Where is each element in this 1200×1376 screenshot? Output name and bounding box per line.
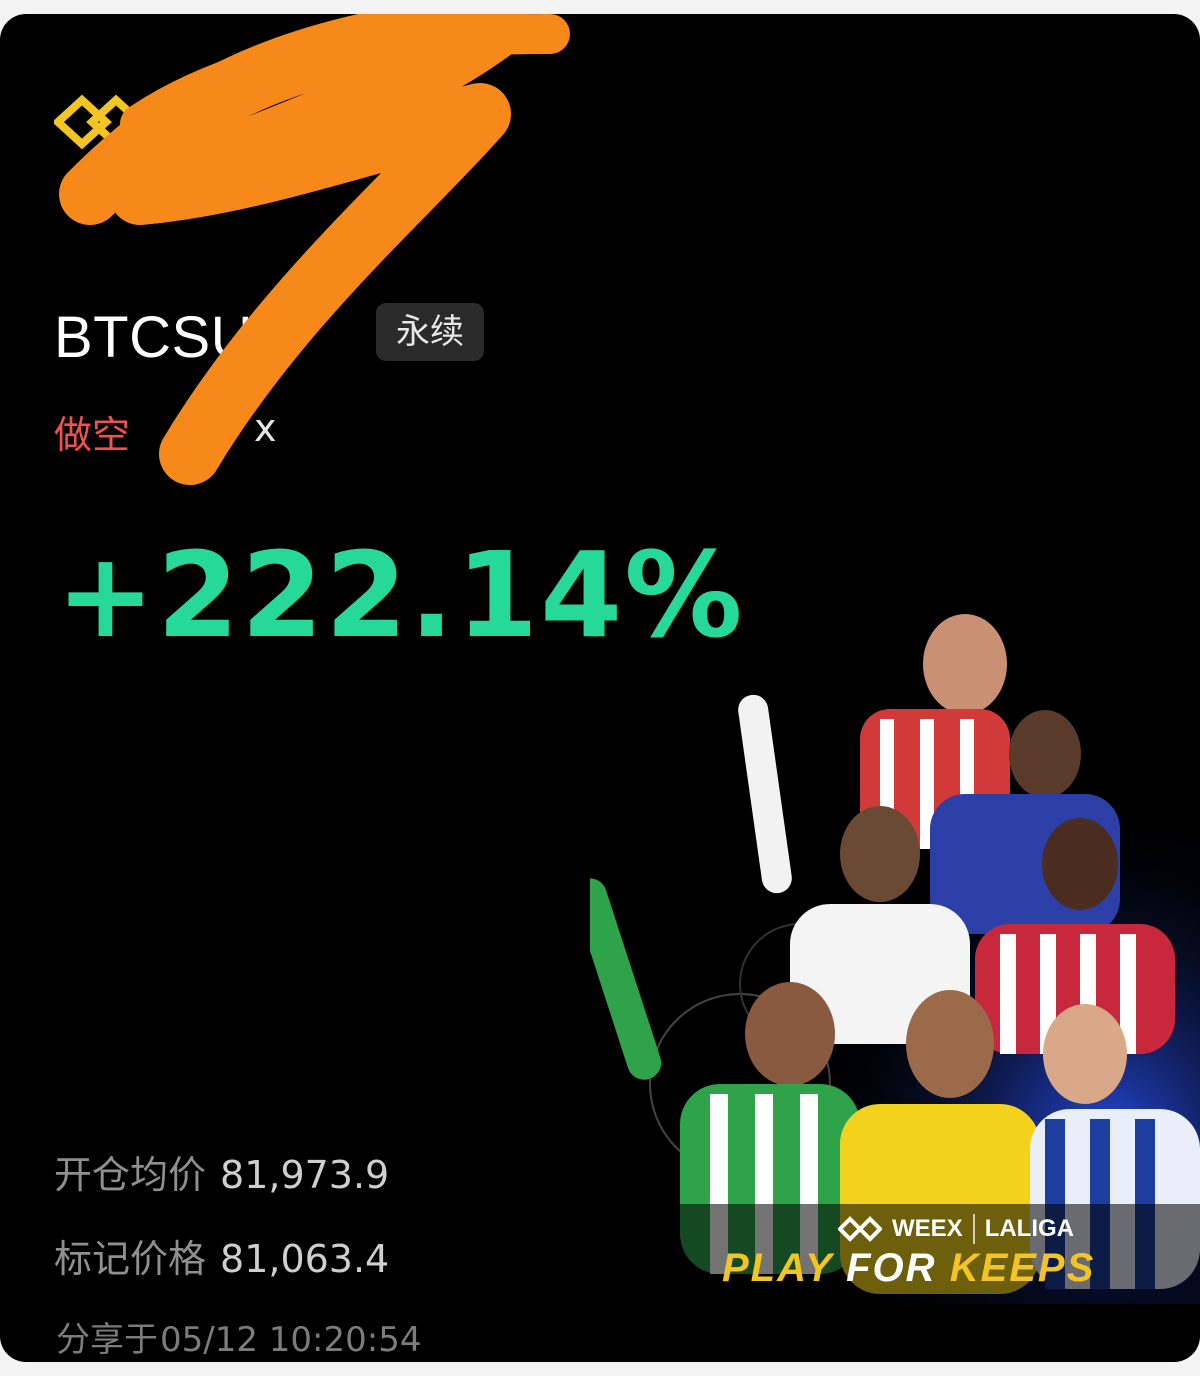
tagline-word-1: PLAY: [722, 1246, 833, 1290]
promo-tagline: PLAY FOR KEEPS: [722, 1246, 1095, 1291]
tagline-word-3: KEEPS: [949, 1246, 1096, 1290]
position-direction: 做空: [54, 413, 131, 457]
shared-label: 分享于: [56, 1320, 158, 1360]
weex-logo-icon: [838, 1216, 882, 1242]
share-card: BTCSUS 永续 做空 x +222.14% 开仓均价 81,973.9 标记价…: [0, 14, 1200, 1362]
promo-partner: LALIGA: [984, 1215, 1075, 1242]
mark-price-row: 标记价格 81,063.4: [54, 1228, 389, 1283]
mark-price-label: 标记价格: [54, 1237, 207, 1281]
avg-open-label: 开仓均价: [54, 1153, 207, 1197]
promo-brand-line: WEEX LALIGA: [838, 1214, 1074, 1244]
symbol-title: BTCSUS: [54, 305, 293, 370]
exchange-logo-icon: [54, 94, 144, 150]
promo-players-image: [590, 604, 1200, 1304]
shared-time-row: 分享于05/12 10:20:54: [54, 1312, 422, 1361]
leverage-text: x: [254, 406, 277, 450]
tagline-word-2: FOR: [846, 1246, 937, 1290]
promo-brand: WEEX: [892, 1215, 963, 1242]
avg-open-price-row: 开仓均价 81,973.9: [54, 1144, 389, 1199]
brand-divider: [972, 1214, 975, 1244]
contract-type-badge: 永续: [376, 303, 484, 361]
avg-open-value: 81,973.9: [220, 1153, 390, 1197]
shared-time: 05/12 10:20:54: [160, 1320, 422, 1360]
mark-price-value: 81,063.4: [220, 1237, 390, 1281]
